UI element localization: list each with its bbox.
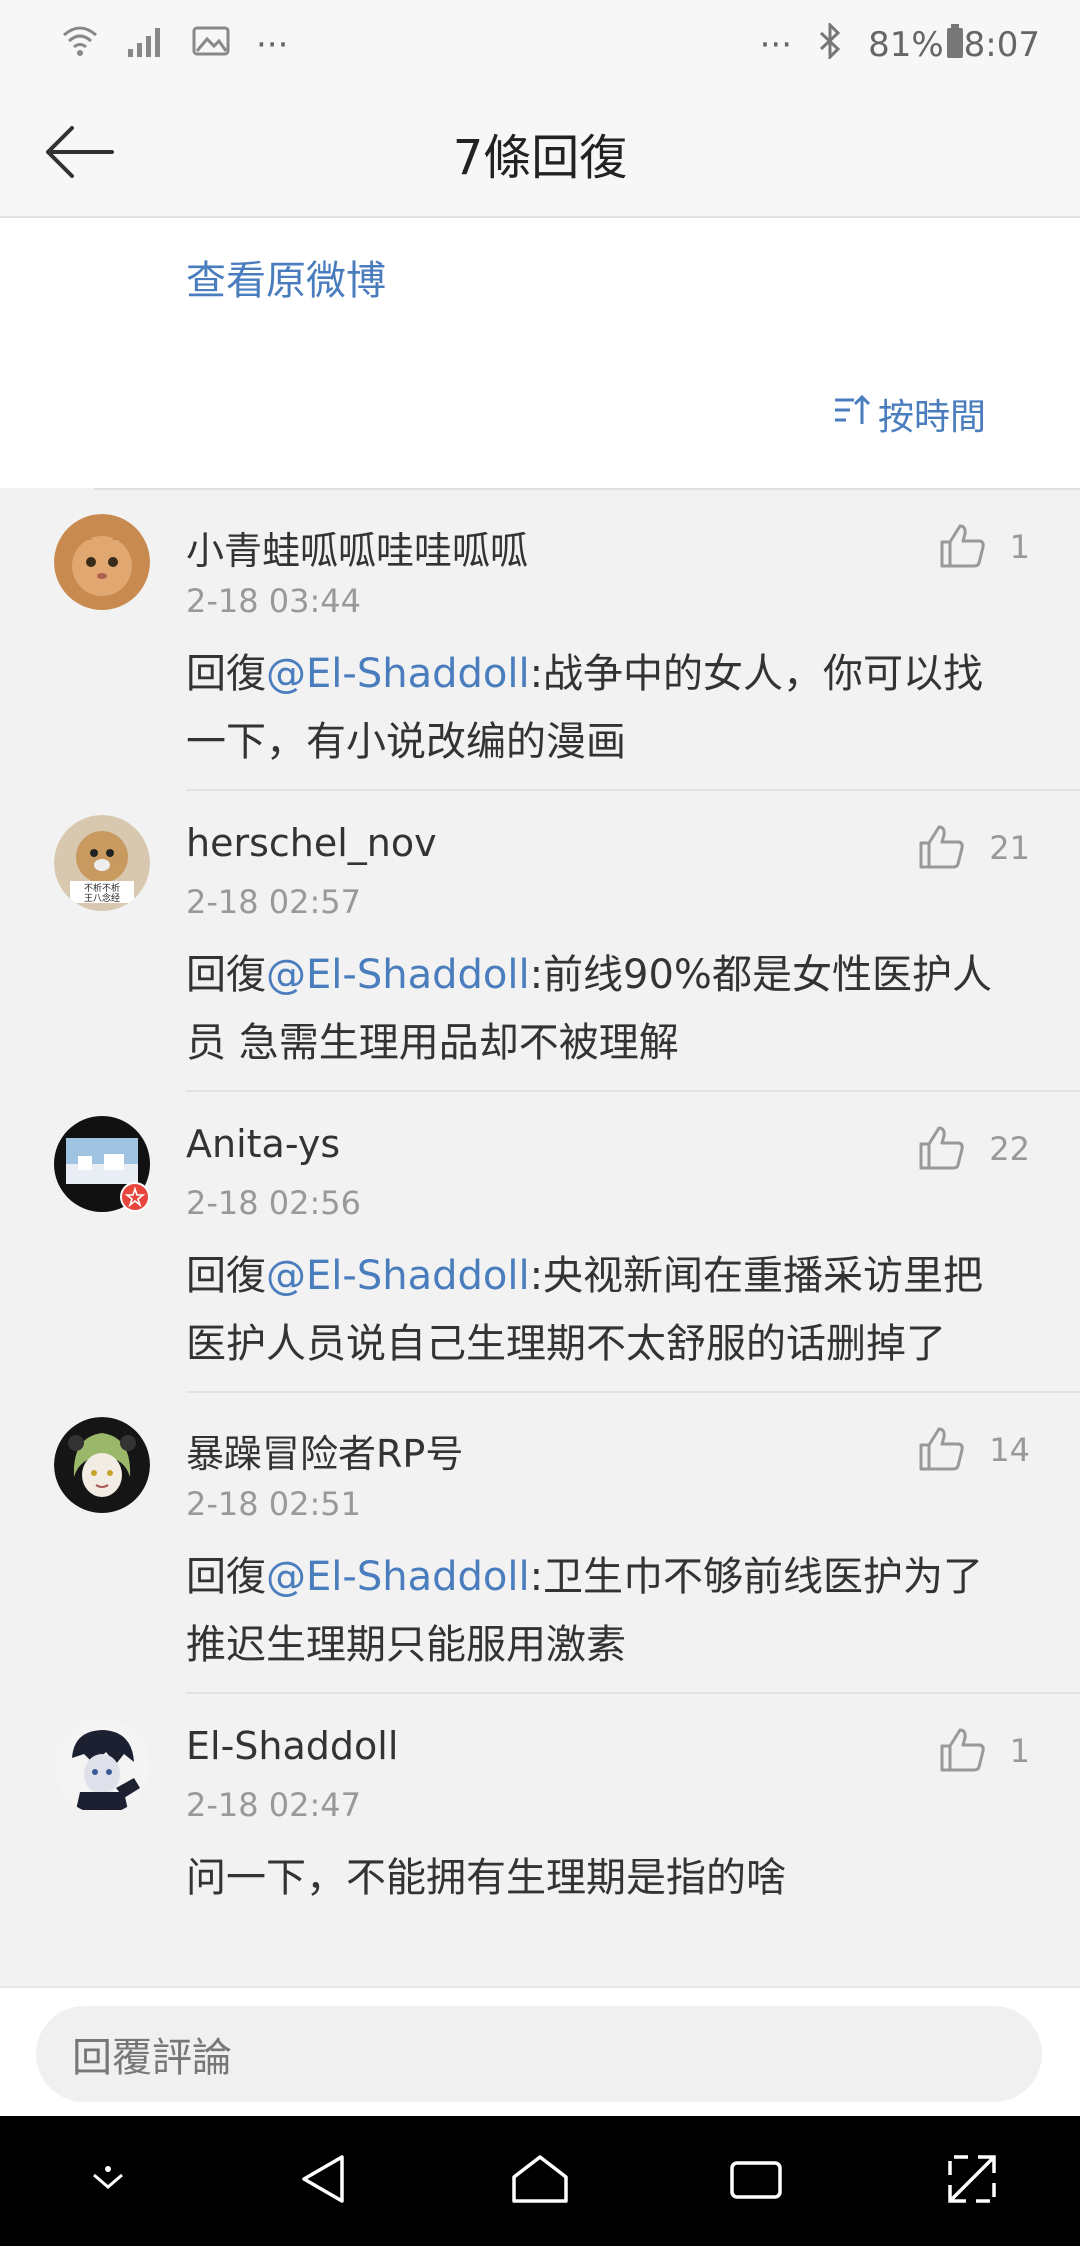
back-triangle-icon xyxy=(296,2151,352,2211)
verified-badge-icon xyxy=(120,1182,150,1216)
battery-percent: 81% xyxy=(868,25,944,65)
home-icon xyxy=(510,2153,570,2209)
back-nav-button[interactable] xyxy=(284,2141,364,2221)
svg-text:不析不析: 不析不析 xyxy=(84,882,120,894)
view-original-link[interactable]: 查看原微博 xyxy=(186,248,386,306)
comment-item: 暴躁冒险者RP号 2-18 02:51 14 回復@El-Shaddoll:卫生… xyxy=(0,1393,1080,1694)
like-count: 1 xyxy=(1009,1732,1030,1770)
top-section: 查看原微博 按時間 xyxy=(0,218,1080,488)
home-nav-button[interactable] xyxy=(500,2141,580,2221)
mention-link[interactable]: @El-Shaddoll xyxy=(266,651,530,697)
comment-username[interactable]: 小青蛙呱呱哇哇呱呱 xyxy=(186,520,528,575)
thumbs-up-icon xyxy=(917,1425,965,1475)
chevron-down-icon xyxy=(86,2159,130,2203)
recents-nav-button[interactable] xyxy=(716,2141,796,2221)
comment-text: 回復@El-Shaddoll:前线90%都是女性医护人员 急需生理用品却不被理解 xyxy=(186,941,1006,1077)
status-bar: ··· ··· 81% 8:07 xyxy=(0,0,1080,90)
image-icon xyxy=(192,25,230,66)
comment-text: 回復@El-Shaddoll:战争中的女人，你可以找一下，有小说改编的漫画 xyxy=(186,640,1006,776)
expand-nav-button[interactable] xyxy=(932,2141,1012,2221)
sort-label: 按時間 xyxy=(877,397,986,438)
reply-placeholder: 回覆評論 xyxy=(72,2035,232,2081)
comment-text: 回復@El-Shaddoll:卫生巾不够前线医护为了推迟生理期只能服用激素 xyxy=(186,1543,1006,1679)
reply-prefix: 回復 xyxy=(186,1554,266,1600)
status-right-dots: ··· xyxy=(759,25,793,65)
like-button[interactable]: 14 xyxy=(917,1425,1030,1475)
sort-by-time-button[interactable]: 按時間 xyxy=(832,388,986,440)
reply-bar: 回覆評論 xyxy=(0,1986,1080,2116)
signal-icon xyxy=(126,25,166,66)
like-button[interactable]: 1 xyxy=(938,1726,1030,1776)
like-count: 22 xyxy=(989,1130,1030,1168)
avatar[interactable] xyxy=(54,514,150,610)
thumbs-up-icon xyxy=(938,522,986,572)
comment-time: 2-18 02:57 xyxy=(186,883,362,921)
status-left-dots: ··· xyxy=(256,25,289,65)
like-count: 1 xyxy=(1009,528,1030,566)
clock: 8:07 xyxy=(963,25,1040,65)
comment-time: 2-18 02:47 xyxy=(186,1786,362,1824)
reply-comment-input[interactable]: 回覆評論 xyxy=(36,2006,1042,2102)
comment-item: 不析不析 王八念经 herschel_nov 2-18 02:57 21 回復@E… xyxy=(0,791,1080,1092)
comment-username[interactable]: El-Shaddoll xyxy=(186,1724,398,1768)
status-right: ··· 81% 8:07 xyxy=(759,20,1040,68)
thumbs-up-icon xyxy=(938,1726,986,1776)
sort-icon xyxy=(832,392,872,437)
avatar[interactable] xyxy=(54,1417,150,1513)
comment-time: 2-18 03:44 xyxy=(186,582,362,620)
expand-icon xyxy=(944,2151,1000,2211)
wifi-icon xyxy=(60,23,100,68)
back-arrow-icon xyxy=(42,122,118,186)
thumbs-up-icon xyxy=(917,823,965,873)
like-button[interactable]: 1 xyxy=(938,522,1030,572)
avatar[interactable]: 不析不析 王八念经 xyxy=(54,815,150,911)
like-count: 21 xyxy=(989,829,1030,867)
reply-prefix: 回復 xyxy=(186,1253,266,1299)
like-button[interactable]: 21 xyxy=(917,823,1030,873)
hide-nav-button[interactable] xyxy=(68,2141,148,2221)
bluetooth-icon xyxy=(818,20,842,68)
comment-body: 问一下，不能拥有生理期是指的啥 xyxy=(186,1855,786,1901)
header: 7條回復 xyxy=(0,90,1080,218)
comment-time: 2-18 02:51 xyxy=(186,1485,362,1523)
system-nav-bar xyxy=(0,2116,1080,2246)
mention-link[interactable]: @El-Shaddoll xyxy=(266,1253,530,1299)
status-left: ··· xyxy=(60,23,288,68)
thumbs-up-icon xyxy=(917,1124,965,1174)
comment-item: 小青蛙呱呱哇哇呱呱 2-18 03:44 1 回復@El-Shaddoll:战争… xyxy=(0,490,1080,791)
comment-list: 小青蛙呱呱哇哇呱呱 2-18 03:44 1 回復@El-Shaddoll:战争… xyxy=(0,490,1080,1995)
avatar[interactable] xyxy=(54,1718,150,1814)
battery-icon xyxy=(946,23,964,68)
comment-item: Anita-ys 2-18 02:56 22 回復@El-Shaddoll:央视… xyxy=(0,1092,1080,1393)
comment-username[interactable]: Anita-ys xyxy=(186,1122,340,1166)
comment-item: El-Shaddoll 2-18 02:47 1 问一下，不能拥有生理期是指的啥 xyxy=(0,1694,1080,1995)
reply-prefix: 回復 xyxy=(186,952,266,998)
like-count: 14 xyxy=(989,1431,1030,1469)
page-title: 7條回復 xyxy=(452,130,628,186)
comment-text: 问一下，不能拥有生理期是指的啥 xyxy=(186,1844,1006,1912)
comment-username[interactable]: herschel_nov xyxy=(186,821,437,865)
comment-time: 2-18 02:56 xyxy=(186,1184,362,1222)
like-button[interactable]: 22 xyxy=(917,1124,1030,1174)
mention-link[interactable]: @El-Shaddoll xyxy=(266,952,530,998)
comment-username[interactable]: 暴躁冒险者RP号 xyxy=(186,1423,463,1478)
reply-prefix: 回復 xyxy=(186,651,266,697)
recents-icon xyxy=(728,2155,784,2207)
mention-link[interactable]: @El-Shaddoll xyxy=(266,1554,530,1600)
comment-text: 回復@El-Shaddoll:央视新闻在重播采访里把医护人员说自己生理期不太舒服… xyxy=(186,1242,1006,1378)
svg-text:王八念经: 王八念经 xyxy=(84,892,120,904)
back-button[interactable] xyxy=(40,118,120,190)
avatar[interactable] xyxy=(54,1116,150,1212)
